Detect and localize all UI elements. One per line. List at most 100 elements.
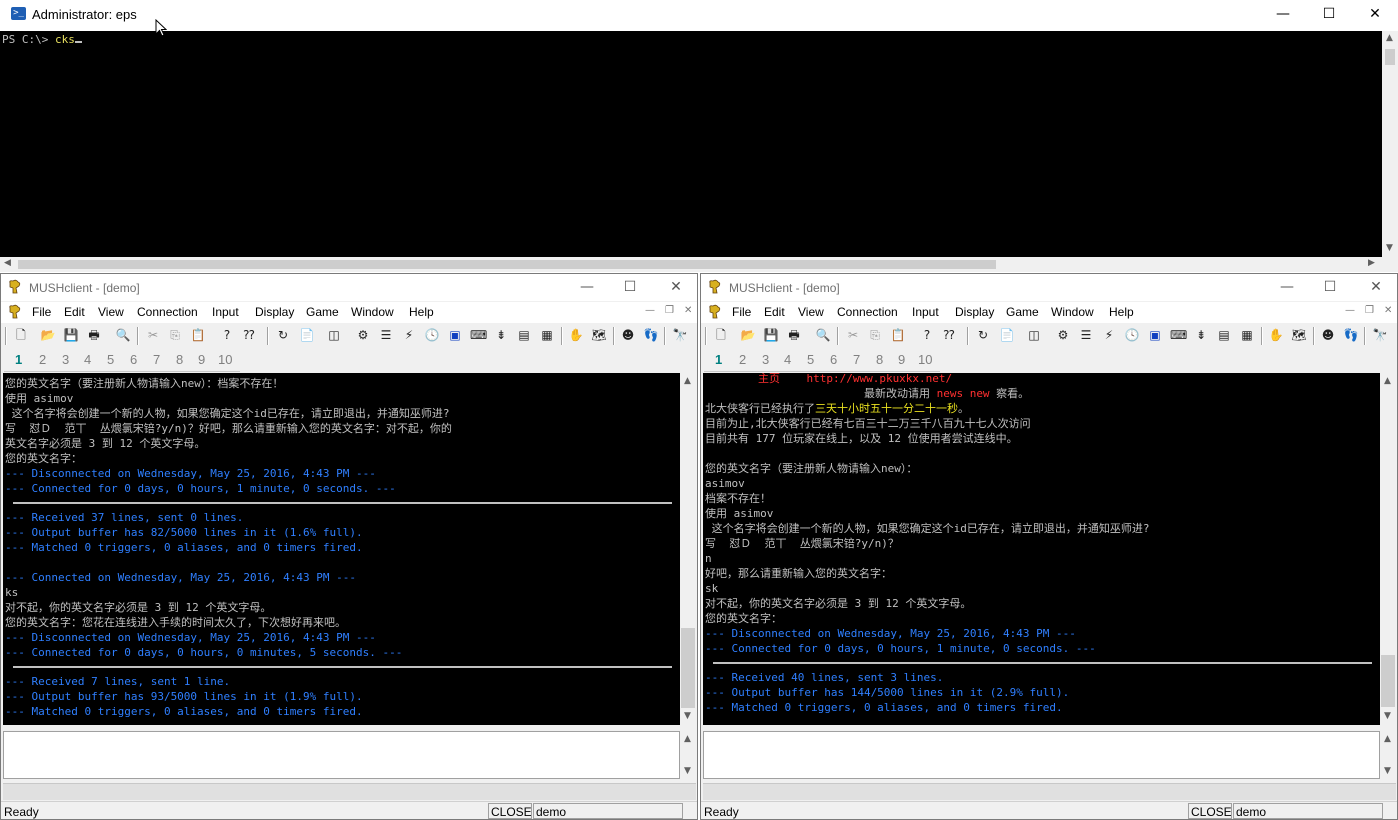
print-icon[interactable]: 🖶 <box>86 327 102 343</box>
commands-icon[interactable]: ☰ <box>378 327 394 343</box>
maximize-button[interactable]: ☐ <box>1307 274 1353 301</box>
cut-icon[interactable]: ✂ <box>845 327 861 343</box>
open-icon[interactable]: 📂 <box>740 327 756 343</box>
output-window[interactable]: 您的英文名字（要注册新人物请输入new）：档案不存在！ 使用 asimov 这个名… <box>3 373 680 725</box>
world-tab-5[interactable]: 5 <box>107 352 114 367</box>
world-tab-1[interactable]: 1 <box>715 352 722 367</box>
menu-connection[interactable]: Connection <box>837 305 898 319</box>
world-tab-7[interactable]: 7 <box>153 352 160 367</box>
menu-game[interactable]: Game <box>1006 305 1039 319</box>
input-scrollbar[interactable]: ▲ ▼ <box>680 731 696 779</box>
output-scrollbar[interactable]: ▲ ▼ <box>680 373 696 725</box>
maximize-button[interactable]: ☐ <box>607 274 653 301</box>
split-icon[interactable]: ◫ <box>1026 327 1042 343</box>
menu-window[interactable]: Window <box>1051 305 1094 319</box>
mdi-restore-button[interactable]: ❐ <box>665 305 674 316</box>
menu-help[interactable]: Help <box>1109 305 1134 319</box>
mdi-restore-button[interactable]: ❐ <box>1365 305 1374 316</box>
print-preview-icon[interactable]: 🔍 <box>115 327 131 343</box>
output-window-icon[interactable]: ▣ <box>447 327 463 343</box>
world-icon[interactable] <box>707 304 723 320</box>
scroll-down-icon[interactable]: ▼ <box>1384 766 1391 776</box>
world-tab-2[interactable]: 2 <box>39 352 46 367</box>
world-tab-1[interactable]: 1 <box>15 352 22 367</box>
cut-icon[interactable]: ✂ <box>145 327 161 343</box>
scroll-left-icon[interactable]: ◀ <box>4 258 11 268</box>
scroll-up-icon[interactable]: ▲ <box>1384 734 1391 744</box>
menu-file[interactable]: File <box>32 305 51 319</box>
timers-icon[interactable]: 🕓 <box>1124 327 1140 343</box>
world-tab-3[interactable]: 3 <box>62 352 69 367</box>
commands-icon[interactable]: ☰ <box>1078 327 1094 343</box>
save-icon[interactable]: 💾 <box>63 327 79 343</box>
horizontal-scrollbar[interactable] <box>703 783 1396 800</box>
menu-display[interactable]: Display <box>255 305 294 319</box>
scroll-thumb[interactable] <box>1381 655 1395 707</box>
command-input[interactable] <box>703 731 1380 779</box>
console-vertical-scrollbar[interactable]: ▲ ▼ <box>1382 31 1398 257</box>
scroll-thumb[interactable] <box>1385 49 1395 65</box>
mushclient-titlebar[interactable]: MUSHclient - [demo] — ☐ ✕ <box>701 274 1397 301</box>
notepad-icon[interactable]: ⇟ <box>493 327 509 343</box>
mapper-icon[interactable]: 🗺 <box>1291 327 1307 343</box>
scroll-up-icon[interactable]: ▲ <box>684 376 691 386</box>
menu-view[interactable]: View <box>798 305 824 319</box>
menu-window[interactable]: Window <box>351 305 394 319</box>
console-horizontal-scrollbar[interactable]: ◀ ▶ <box>0 257 1398 272</box>
minimize-button[interactable]: — <box>1260 0 1306 30</box>
menu-edit[interactable]: Edit <box>64 305 85 319</box>
minimize-button[interactable]: — <box>564 274 610 301</box>
mdi-minimize-button[interactable]: — <box>1345 305 1355 316</box>
menu-display[interactable]: Display <box>955 305 994 319</box>
save-icon[interactable]: 💾 <box>763 327 779 343</box>
help-icon[interactable]: ? <box>219 327 235 343</box>
close-button[interactable]: ✕ <box>1352 0 1398 30</box>
info-icon[interactable]: ▤ <box>516 327 532 343</box>
info-icon[interactable]: ▤ <box>1216 327 1232 343</box>
copy-icon[interactable]: ⎘ <box>167 327 183 343</box>
paste-icon[interactable]: 📋 <box>190 327 206 343</box>
world-tab-2[interactable]: 2 <box>739 352 746 367</box>
timers-icon[interactable]: 🕓 <box>424 327 440 343</box>
powershell-titlebar[interactable]: >_ Administrator: eps — ☐ ✕ <box>0 0 1398 30</box>
scroll-thumb[interactable] <box>18 260 996 269</box>
horizontal-scrollbar[interactable] <box>3 783 696 800</box>
log-icon[interactable]: 📄 <box>999 327 1015 343</box>
log-icon[interactable]: 📄 <box>299 327 315 343</box>
scroll-up-icon[interactable]: ▲ <box>1386 33 1393 43</box>
command-input[interactable] <box>3 731 680 779</box>
configure-icon[interactable]: ⚙ <box>355 327 371 343</box>
world-tab-9[interactable]: 9 <box>898 352 905 367</box>
split-icon[interactable]: ◫ <box>326 327 342 343</box>
world-tab-4[interactable]: 4 <box>84 352 91 367</box>
world-tab-8[interactable]: 8 <box>876 352 883 367</box>
print-icon[interactable]: 🖶 <box>786 327 802 343</box>
table-icon[interactable]: ▦ <box>539 327 555 343</box>
table-icon[interactable]: ▦ <box>1239 327 1255 343</box>
scroll-down-icon[interactable]: ▼ <box>1386 243 1393 253</box>
speedwalk-icon[interactable]: 👣 <box>643 327 659 343</box>
world-tab-9[interactable]: 9 <box>198 352 205 367</box>
speedwalk-icon[interactable]: 👣 <box>1343 327 1359 343</box>
activity-icon[interactable]: ✋ <box>568 327 584 343</box>
world-tab-3[interactable]: 3 <box>762 352 769 367</box>
menu-edit[interactable]: Edit <box>764 305 785 319</box>
mapper-icon[interactable]: 🗺 <box>591 327 607 343</box>
mdi-minimize-button[interactable]: — <box>645 305 655 316</box>
mushclient-titlebar[interactable]: MUSHclient - [demo] — ☐ ✕ <box>1 274 697 301</box>
scroll-up-icon[interactable]: ▲ <box>1384 376 1391 386</box>
input-scrollbar[interactable]: ▲ ▼ <box>1380 731 1396 779</box>
find-icon[interactable]: 🔭 <box>672 327 688 343</box>
world-tab-8[interactable]: 8 <box>176 352 183 367</box>
world-icon[interactable] <box>7 304 23 320</box>
output-window[interactable]: 主页 http://www.pkuxkx.net/ 最新改动请用 news ne… <box>703 373 1380 725</box>
world-tab-10[interactable]: 10 <box>918 352 932 367</box>
scroll-right-icon[interactable]: ▶ <box>1368 258 1375 268</box>
configure-icon[interactable]: ⚙ <box>1055 327 1071 343</box>
menu-input[interactable]: Input <box>912 305 939 319</box>
copy-icon[interactable]: ⎘ <box>867 327 883 343</box>
mdi-close-button[interactable]: ✕ <box>1384 305 1392 316</box>
plugins-icon[interactable]: ☻ <box>620 327 636 343</box>
scroll-icon[interactable]: ⌨ <box>470 327 487 343</box>
menu-input[interactable]: Input <box>212 305 239 319</box>
